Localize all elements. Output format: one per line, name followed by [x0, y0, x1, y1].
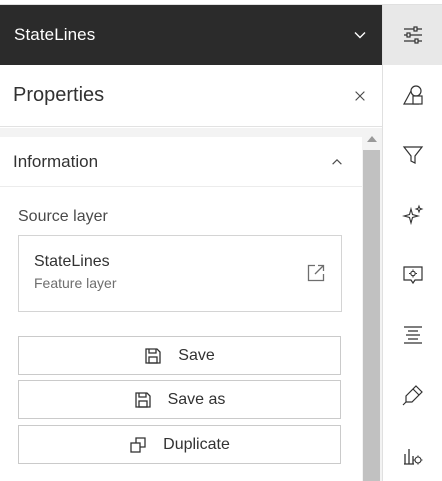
save-label: Save — [178, 346, 215, 364]
popups-tool[interactable] — [383, 245, 442, 305]
save-as-button[interactable]: Save as — [18, 380, 341, 419]
properties-scroll-area[interactable]: Information Source layer StateLines Feat… — [0, 128, 382, 481]
duplicate-icon — [130, 436, 146, 453]
effects-tool[interactable] — [383, 185, 442, 245]
source-layer-type: Feature layer — [34, 275, 117, 291]
layer-header[interactable]: StateLines — [0, 5, 382, 65]
duplicate-button[interactable]: Duplicate — [18, 425, 341, 464]
labels-icon — [404, 326, 422, 344]
chevron-up-icon[interactable] — [330, 155, 344, 169]
source-layer-label: Source layer — [18, 208, 108, 225]
save-as-icon — [134, 391, 151, 408]
open-external-icon[interactable] — [306, 263, 326, 283]
save-button[interactable]: Save — [18, 336, 341, 375]
scrollbar[interactable] — [362, 128, 382, 481]
style-brush-icon — [402, 385, 423, 406]
properties-tool[interactable] — [383, 5, 442, 65]
properties-panel: StateLines Properties Information Source… — [0, 5, 382, 481]
charts-config-icon — [404, 449, 423, 465]
scroll-up-arrow-icon[interactable] — [367, 136, 377, 142]
close-icon — [355, 90, 365, 101]
filter-tool[interactable] — [383, 125, 442, 185]
symbology-shapes-icon — [402, 85, 423, 105]
style-tool[interactable] — [383, 365, 442, 425]
charts-tool[interactable] — [383, 425, 442, 481]
layer-title: StateLines — [14, 25, 96, 44]
chevron-down-icon[interactable] — [352, 27, 368, 43]
scrollbar-thumb[interactable] — [363, 150, 380, 481]
properties-sliders-icon — [404, 26, 422, 44]
source-layer-name: StateLines — [34, 253, 110, 270]
save-icon — [145, 347, 161, 364]
properties-title: Properties — [13, 84, 105, 106]
labels-tool[interactable] — [383, 305, 442, 365]
information-card: Information Source layer StateLines Feat… — [0, 137, 362, 481]
filter-icon — [402, 146, 424, 164]
popups-config-icon — [403, 266, 423, 285]
save-as-label: Save as — [167, 390, 226, 408]
properties-header: Properties — [0, 65, 382, 127]
information-title: Information — [13, 151, 99, 171]
close-button[interactable] — [352, 88, 368, 104]
information-section-header[interactable]: Information — [0, 137, 362, 187]
source-layer-box: StateLines Feature layer — [18, 235, 342, 312]
duplicate-label: Duplicate — [163, 435, 230, 453]
symbology-tool[interactable] — [383, 65, 442, 125]
right-toolbar — [382, 5, 442, 481]
effects-sparkle-icon — [402, 204, 424, 226]
